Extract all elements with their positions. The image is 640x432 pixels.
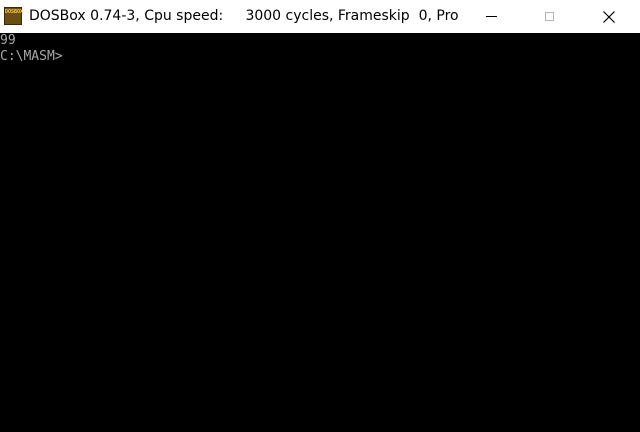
dosbox-window: DOS BOX DOSBox 0.74-3, Cpu speed: 3000 c… bbox=[0, 0, 640, 432]
title-bar[interactable]: DOS BOX DOSBox 0.74-3, Cpu speed: 3000 c… bbox=[0, 0, 640, 33]
dosbox-icon[interactable]: DOS BOX bbox=[4, 7, 24, 25]
icon-letters-bottom: BOX bbox=[14, 9, 24, 15]
window-title: DOSBox 0.74-3, Cpu speed: 3000 cycles, F… bbox=[29, 8, 459, 24]
close-button[interactable] bbox=[586, 0, 632, 33]
dos-console[interactable]: 99 C:\MASM> bbox=[0, 33, 640, 432]
command-prompt: C:\MASM> bbox=[0, 49, 63, 64]
icon-letters-top: DOS bbox=[5, 9, 15, 15]
maximize-button[interactable] bbox=[526, 0, 572, 33]
minimize-icon bbox=[485, 16, 497, 17]
console-output-line: 99 bbox=[0, 33, 16, 48]
minimize-button[interactable] bbox=[468, 0, 514, 33]
maximize-icon bbox=[544, 12, 554, 21]
close-icon bbox=[603, 10, 615, 23]
